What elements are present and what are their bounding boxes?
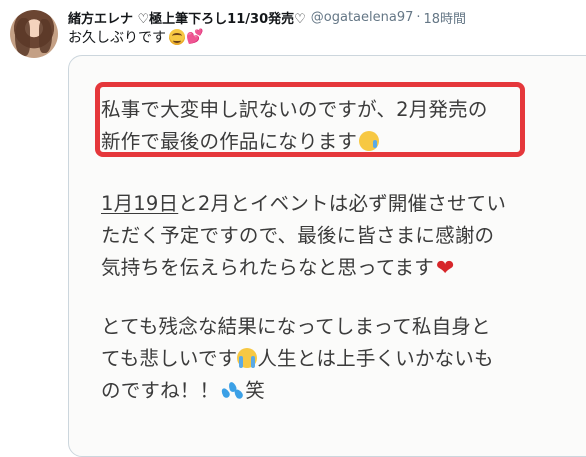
image-text-line: ても悲しいです 人生とは上手くいかないも bbox=[101, 343, 571, 375]
image-text-segment: 笑 bbox=[245, 379, 265, 402]
tweet-text: お久しぶりです 💕 bbox=[68, 27, 203, 47]
image-text-segment: ても悲しいです bbox=[101, 347, 238, 370]
tweet-image[interactable]: 私事で大変申し訳ないのですが、2月発売の 新作で最後の作品になります 1月19日… bbox=[68, 55, 586, 457]
image-text-segment: 新作で最後の作品になります bbox=[101, 130, 358, 153]
image-text-line: のですね！！ 笑 bbox=[101, 375, 571, 407]
sweat-droplets-icon bbox=[220, 380, 245, 401]
tweet-body: お久しぶりです bbox=[68, 30, 166, 46]
image-text-line: 気持ちを伝えられたらなと思ってます❤ bbox=[101, 252, 571, 285]
author-name[interactable]: 緒方エレナ ♡極上筆下ろし11/30発売♡ bbox=[68, 8, 306, 27]
avatar[interactable] bbox=[10, 10, 58, 58]
image-text-segment: と2月とイベントは必ず開催させてい bbox=[178, 192, 507, 215]
event-date: 1月19日 bbox=[101, 192, 179, 215]
red-heart-icon: ❤ bbox=[435, 256, 455, 281]
tweet-timestamp[interactable]: 18時間 bbox=[424, 8, 467, 27]
image-text-line: 1月19日と2月とイベントは必ず開催させてい bbox=[101, 188, 571, 220]
image-paragraph-2: 1月19日と2月とイベントは必ず開催させてい ただく予定ですので、最後に皆さまに… bbox=[101, 188, 571, 285]
smiling-face-icon bbox=[169, 29, 185, 45]
separator-dot: · bbox=[416, 9, 421, 25]
image-text-line: とても残念な結果になってしまって私自身と bbox=[101, 315, 491, 338]
crying-face-icon bbox=[359, 131, 380, 151]
image-text-segment: のですね！！ bbox=[101, 379, 220, 402]
image-text-line: ただく予定ですので、最後に皆さまに感謝の bbox=[101, 224, 495, 247]
image-text-segment: 気持ちを伝えられたらなと思ってます bbox=[101, 256, 434, 279]
image-paragraph-3: とても残念な結果になってしまって私自身と ても悲しいです 人生とは上手くいかないも… bbox=[101, 311, 571, 407]
sobbing-face-icon bbox=[237, 348, 258, 368]
hearts-icon: 💕 bbox=[186, 29, 204, 45]
tweet-header: 緒方エレナ ♡極上筆下ろし11/30発売♡ @ogataelena97 · 18… bbox=[68, 8, 467, 27]
avatar-hair-right bbox=[39, 19, 52, 53]
avatar-hair-left bbox=[15, 18, 30, 56]
image-text-line: 新作で最後の作品になります bbox=[101, 126, 571, 158]
image-text-segment: 人生とは上手くいかないも bbox=[257, 347, 494, 370]
image-paragraph-1: 私事で大変申し訳ないのですが、2月発売の 新作で最後の作品になります bbox=[101, 94, 571, 158]
image-text-line: 私事で大変申し訳ないのですが、2月発売の bbox=[101, 98, 488, 121]
author-handle[interactable]: @ogataelena97 bbox=[311, 10, 414, 25]
